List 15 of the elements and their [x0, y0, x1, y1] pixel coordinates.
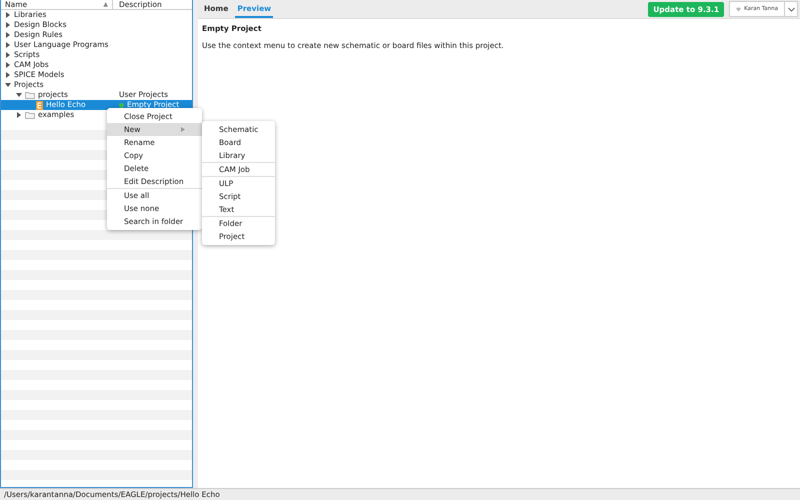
expand-arrow-icon[interactable]: [5, 32, 11, 38]
expand-arrow-icon[interactable]: [5, 12, 11, 18]
expand-arrow-icon[interactable]: [16, 112, 22, 118]
expand-arrow-icon[interactable]: [5, 42, 11, 48]
status-dot-icon: [119, 102, 124, 108]
chevron-down-icon[interactable]: [788, 6, 794, 12]
expand-arrow-icon[interactable]: [5, 22, 11, 28]
expand-arrow-icon[interactable]: [5, 52, 11, 58]
collapse-arrow-icon[interactable]: [16, 92, 22, 98]
document-icon: [36, 100, 43, 110]
collapse-arrow-icon[interactable]: [5, 82, 11, 88]
expand-arrow-icon[interactable]: [5, 72, 11, 78]
heart-icon: [736, 6, 742, 12]
submenu-arrow-icon: [181, 127, 185, 132]
expand-arrow-icon[interactable]: [5, 62, 11, 68]
